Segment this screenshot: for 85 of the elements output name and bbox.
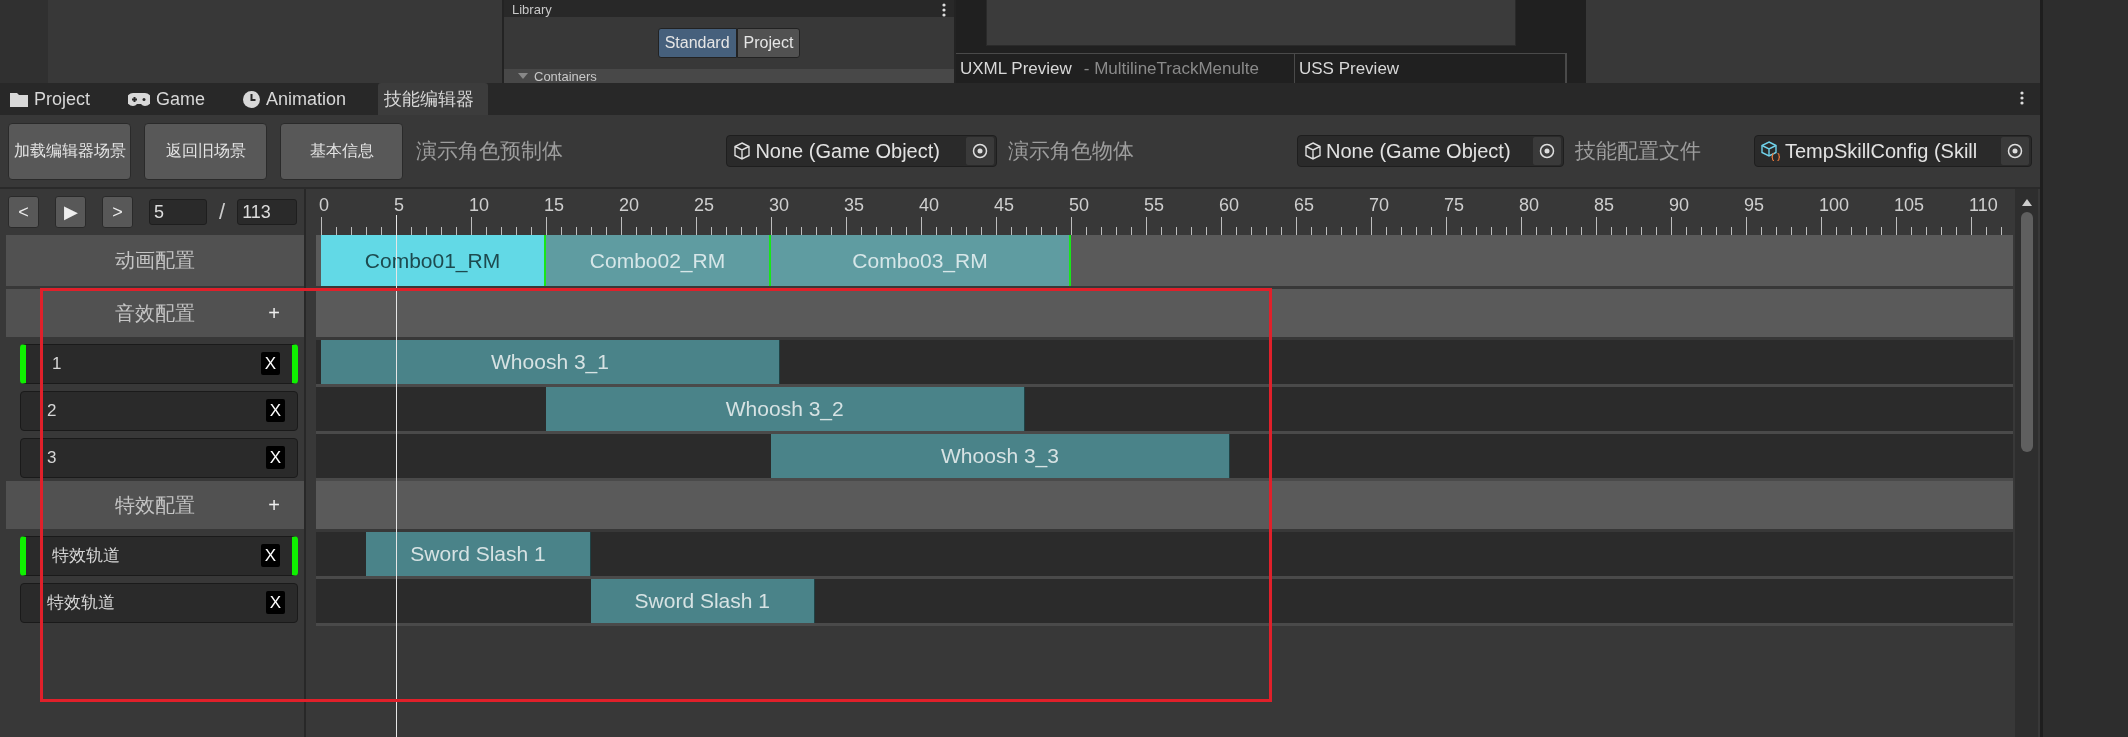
clock-icon (243, 90, 261, 108)
delete-button[interactable]: X (266, 446, 285, 469)
more-icon[interactable] (942, 3, 946, 17)
frame-input[interactable]: 5 (149, 199, 207, 225)
ruler-label: 0 (319, 195, 329, 215)
track-item[interactable]: 特效轨道 X (20, 582, 298, 623)
ruler-label: 105 (1894, 195, 1925, 215)
total-frames-input[interactable]: 113 (237, 199, 298, 225)
preview-subtitle: - MultilineTrackMenulte (1083, 58, 1259, 79)
separator-text: / (219, 199, 226, 225)
ruler-label: 20 (619, 195, 640, 215)
track-group-header: 动画配置 (6, 235, 304, 286)
scroll-up-icon[interactable] (2021, 199, 2032, 206)
track-name: 特效轨道 (52, 545, 120, 567)
ruler-label: 110 (1969, 195, 1998, 215)
track-item[interactable]: 1 X (20, 343, 298, 384)
folder-icon (10, 91, 28, 107)
target-icon (2007, 143, 2023, 159)
object-field[interactable]: TempSkillConfig (Skill (1753, 135, 2032, 167)
scrollbar[interactable] (2015, 189, 2038, 737)
ruler-label: 100 (1819, 195, 1850, 215)
playback-button[interactable]: < (8, 196, 39, 228)
target-icon (972, 143, 989, 159)
ruler-label: 50 (1069, 195, 1090, 215)
ruler-label: 5 (394, 195, 404, 215)
delete-button[interactable]: X (261, 544, 280, 567)
add-track-button[interactable]: + (264, 493, 284, 517)
ruler-label: 25 (694, 195, 715, 215)
panel-title: Library (512, 2, 552, 17)
more-icon[interactable] (2020, 91, 2024, 105)
editor-tab[interactable]: Animation (237, 83, 361, 115)
field-label: 技能配置文件 (1574, 138, 1701, 164)
toggle-button[interactable]: Standard (657, 28, 737, 58)
ruler-label: 70 (1369, 195, 1390, 215)
triangle-icon (518, 73, 528, 79)
track-item[interactable]: 2 X (20, 390, 298, 431)
ruler-label: 15 (544, 195, 565, 215)
ruler-label: 90 (1669, 195, 1690, 215)
track-group-header: 特效配置 + (6, 481, 304, 529)
target-icon (1538, 143, 1555, 159)
delete-button[interactable]: X (266, 591, 285, 614)
playback-button[interactable]: ▶ (55, 196, 86, 228)
field-label: 演示角色预制体 (416, 138, 564, 164)
preview-tab[interactable]: USS Preview (1298, 58, 1400, 79)
cube-icon (1304, 142, 1323, 160)
ruler-label: 30 (769, 195, 790, 215)
track-item[interactable]: 特效轨道 X (20, 535, 298, 576)
delete-button[interactable]: X (261, 352, 280, 375)
ruler-label: 60 (1219, 195, 1240, 215)
preview-tab[interactable]: UXML Preview (960, 58, 1072, 79)
toolbar-button[interactable]: 基本信息 (280, 122, 404, 180)
ruler-label: 80 (1519, 195, 1540, 215)
foldout-label: Containers (534, 68, 597, 84)
toolbar-button[interactable]: 加载编辑器场景 (8, 122, 132, 180)
track-item[interactable]: 3 X (20, 437, 298, 478)
field-label: 演示角色物体 (1008, 138, 1135, 164)
editor-tab[interactable]: 技能编辑器 (378, 83, 489, 115)
ruler-label: 95 (1744, 195, 1765, 215)
editor-tab[interactable]: Project (4, 83, 105, 115)
track-name: 3 (47, 447, 57, 468)
ruler-label: 45 (994, 195, 1015, 215)
ruler-label: 10 (469, 195, 490, 215)
editor-tab[interactable]: Game (122, 83, 220, 115)
foldout-header[interactable]: Containers (504, 69, 954, 83)
ruler-label: 65 (1294, 195, 1315, 215)
toolbar-button[interactable]: 返回旧场景 (144, 122, 268, 180)
track-group-header: 音效配置 + (6, 289, 304, 337)
ruler-label: 75 (1444, 195, 1465, 215)
ruler-label: 85 (1594, 195, 1615, 215)
track-name: 特效轨道 (47, 592, 115, 614)
track-name: 2 (47, 400, 57, 421)
ruler-label: 40 (919, 195, 940, 215)
ruler-label: 55 (1144, 195, 1165, 215)
toggle-button[interactable]: Project (736, 28, 801, 58)
object-field[interactable]: None (Game Object) (726, 135, 998, 167)
ruler-label: 35 (844, 195, 865, 215)
gamepad-icon (128, 92, 151, 106)
object-field[interactable]: None (Game Object) (1297, 135, 1564, 167)
script-cube-icon (1760, 141, 1781, 161)
scrollbar-thumb[interactable] (2020, 212, 2033, 452)
delete-button[interactable]: X (266, 399, 285, 422)
playback-button[interactable]: > (102, 196, 133, 228)
cube-icon (733, 142, 752, 160)
track-name: 1 (52, 353, 62, 374)
add-track-button[interactable]: + (264, 301, 284, 325)
